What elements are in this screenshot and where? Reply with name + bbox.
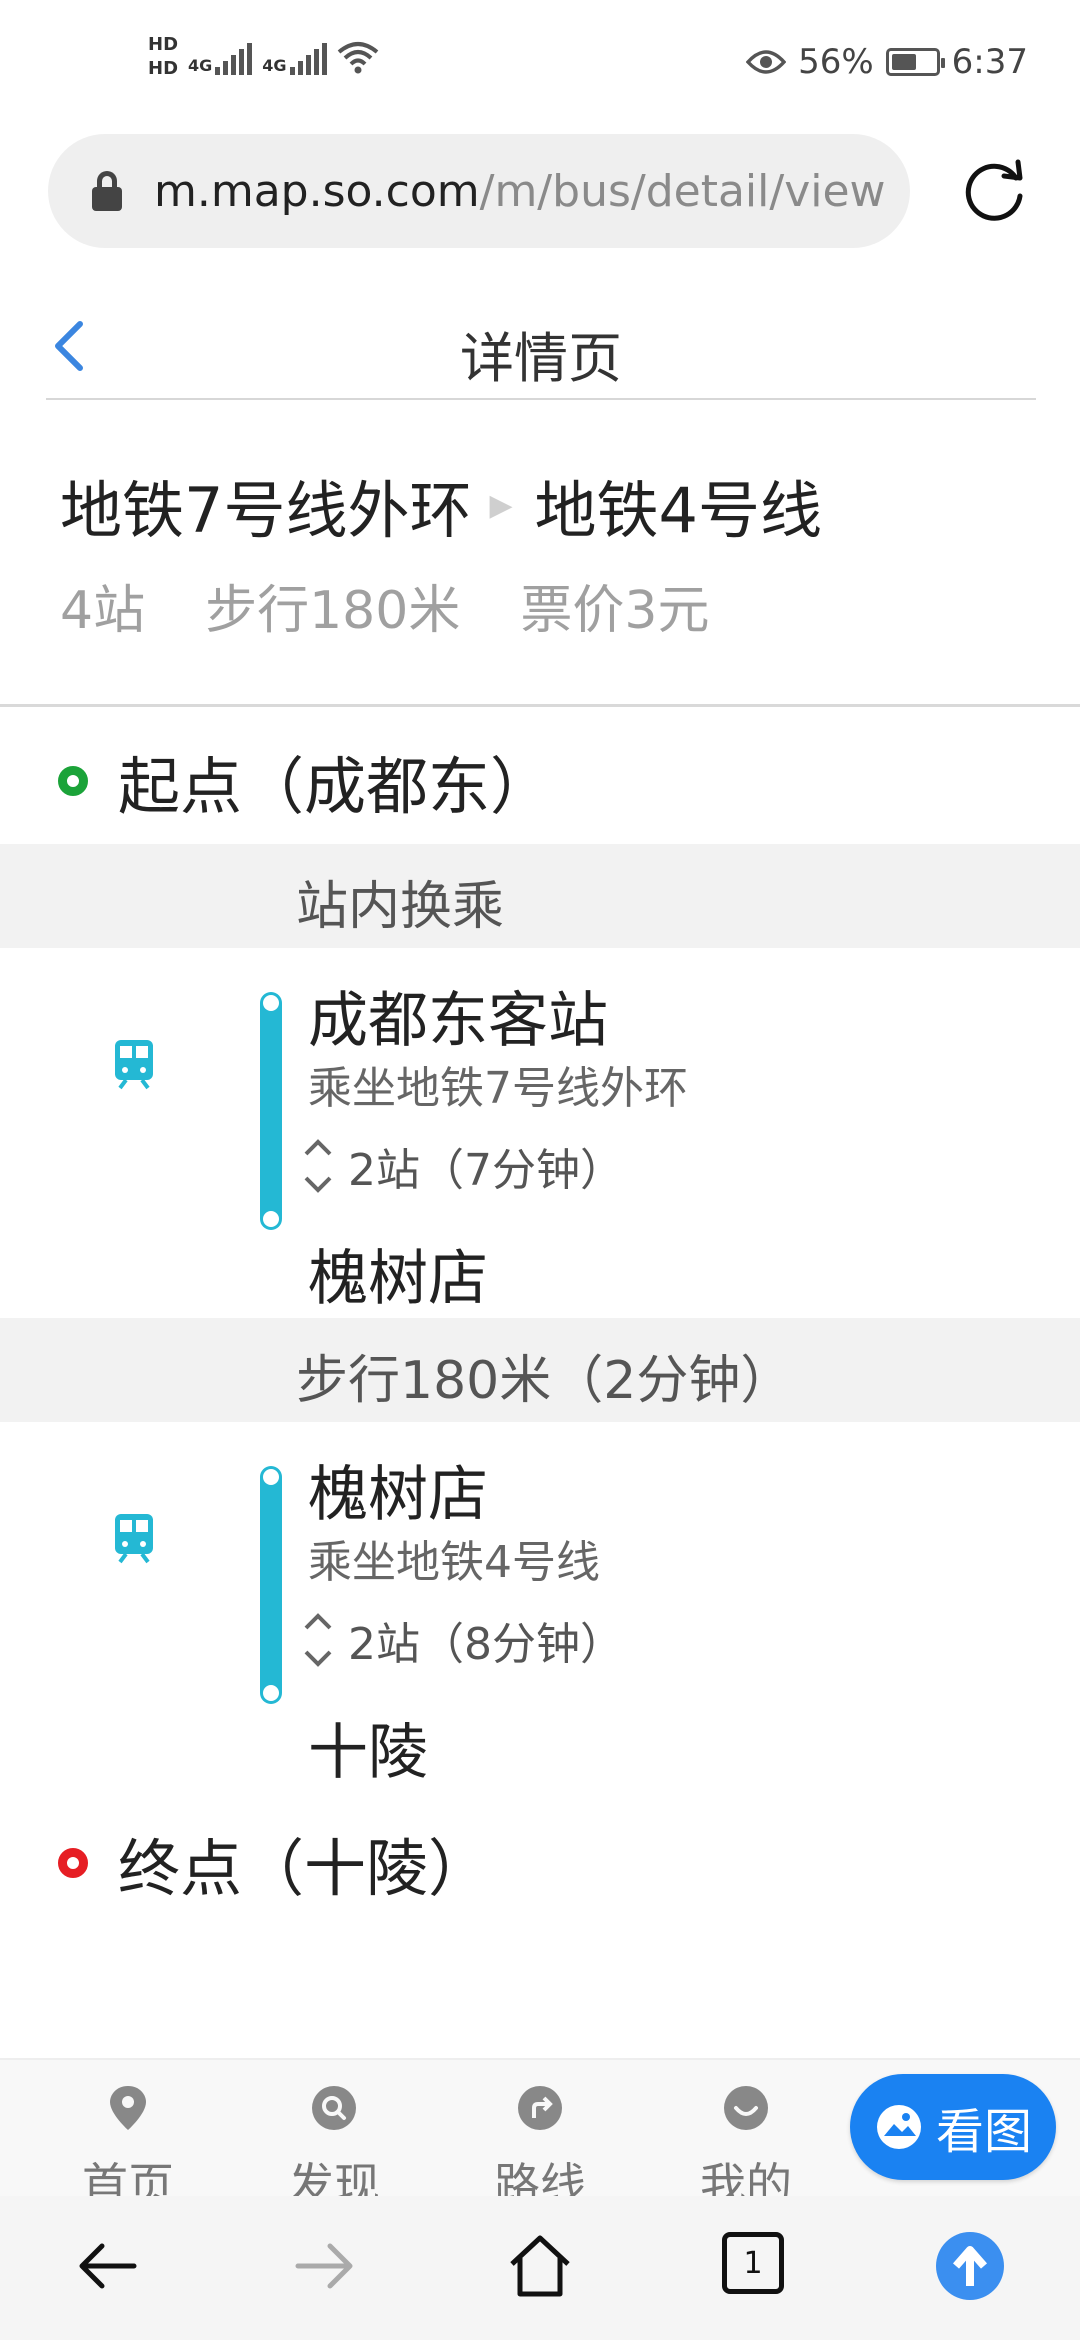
- start-dot-icon: [58, 766, 88, 796]
- home-icon[interactable]: [504, 2230, 576, 2302]
- url-bar[interactable]: m.map.so.com/m/bus/detail/view: [48, 134, 910, 248]
- status-right: 56% 6:37: [746, 42, 1028, 82]
- lock-icon: [92, 171, 122, 211]
- transfer-label: 站内换乘: [296, 877, 505, 937]
- page-title: 详情页: [460, 327, 622, 390]
- fare: 票价3元: [520, 581, 710, 641]
- transfer-bar: 站内换乘: [0, 844, 1080, 948]
- expand-icon: [304, 1613, 332, 1667]
- ride-line: 乘坐地铁7号线外环: [308, 1063, 688, 1114]
- picture-icon: [876, 2105, 921, 2149]
- hd2-indicator: HD: [148, 58, 179, 79]
- view-map-label: 看图: [935, 2104, 1032, 2160]
- page-header: 详情页: [46, 290, 1036, 400]
- url-path: /m/bus/detail/view: [479, 165, 886, 217]
- walk-distance: 步行180米: [205, 581, 461, 641]
- transfer-bar: 步行180米（2分钟）: [0, 1318, 1080, 1422]
- eye-icon: [746, 50, 787, 74]
- start-label: 起点（成都东）: [118, 750, 553, 823]
- forward-arrow-icon[interactable]: [288, 2230, 360, 2302]
- alight-stop: 槐树店: [308, 1244, 488, 1314]
- route-turn-icon: [518, 2086, 562, 2130]
- subway-segment: 成都东客站 乘坐地铁7号线外环 2站（7分钟） 槐树店: [0, 948, 1080, 1318]
- eye-percent: 56%: [798, 42, 874, 82]
- reload-icon[interactable]: [958, 154, 1030, 226]
- hd-indicators: HD HD: [148, 36, 178, 78]
- route-lines: 地铁7号线外环 ▶ 地铁4号线: [60, 460, 822, 550]
- signal-2: 4G: [262, 39, 327, 75]
- ride-line: 乘坐地铁4号线: [308, 1537, 600, 1588]
- subway-train-icon: [115, 1514, 153, 1564]
- net1-label: 4G: [188, 56, 213, 75]
- stops-expander[interactable]: 2站（7分钟）: [300, 1134, 624, 1198]
- status-left: HD HD 4G 4G: [148, 36, 379, 78]
- subway-segment: 槐树店 乘坐地铁4号线 2站（8分钟） 十陵: [0, 1422, 1080, 1792]
- end-label: 终点（十陵）: [118, 1832, 491, 1905]
- tab-count: 1: [743, 2245, 763, 2281]
- hd1-indicator: HD: [148, 34, 179, 55]
- route-summary: 地铁7号线外环 ▶ 地铁4号线 4站 步行180米 票价3元: [0, 400, 1080, 707]
- smile-icon: [724, 2086, 768, 2130]
- wifi-icon: [337, 42, 378, 74]
- discover-icon: [312, 2086, 356, 2130]
- signal-bars-icon: [289, 39, 327, 75]
- stops-expander[interactable]: 2站（8分钟）: [300, 1608, 624, 1672]
- end-dot-icon: [58, 1848, 88, 1878]
- route-meta: 4站 步行180米 票价3元: [60, 568, 709, 643]
- board-stop: 槐树店: [308, 1460, 488, 1530]
- signal-bars-icon: [215, 39, 253, 75]
- browser-toolbar: 1: [0, 2196, 1080, 2340]
- arrow-right-icon: ▶: [489, 487, 513, 523]
- upload-arrow-icon[interactable]: [934, 2230, 1006, 2302]
- stops-total: 4站: [60, 581, 146, 641]
- subway-train-icon: [115, 1040, 153, 1090]
- alight-stop: 十陵: [308, 1718, 428, 1788]
- back-arrow-icon[interactable]: [72, 2230, 144, 2302]
- route-line-bar: [260, 1466, 282, 1704]
- view-map-button[interactable]: 看图: [850, 2074, 1056, 2180]
- stops-count-text: 2站（8分钟）: [348, 1619, 624, 1670]
- location-pin-icon: [110, 2086, 146, 2130]
- route-line-bar: [260, 992, 282, 1230]
- expand-icon: [304, 1139, 332, 1193]
- url-domain: m.map.so.com: [154, 165, 480, 217]
- end-point: 终点（十陵）: [58, 1818, 490, 1908]
- start-point: 起点（成都东）: [58, 736, 552, 826]
- signal-1: 4G: [188, 39, 253, 75]
- url-text[interactable]: m.map.so.com/m/bus/detail/view: [154, 166, 894, 217]
- transfer-label: 步行180米（2分钟）: [296, 1351, 793, 1411]
- to-line: 地铁4号线: [534, 474, 822, 547]
- stops-count-text: 2站（7分钟）: [348, 1145, 624, 1196]
- from-line: 地铁7号线外环: [60, 474, 472, 547]
- board-stop: 成都东客站: [308, 986, 608, 1056]
- battery-icon: [885, 48, 945, 76]
- tabs-button[interactable]: 1: [722, 2232, 784, 2294]
- status-bar: HD HD 4G 4G 56% 6:37: [0, 0, 1080, 130]
- clock-time: 6:37: [951, 42, 1028, 82]
- net2-label: 4G: [262, 56, 287, 75]
